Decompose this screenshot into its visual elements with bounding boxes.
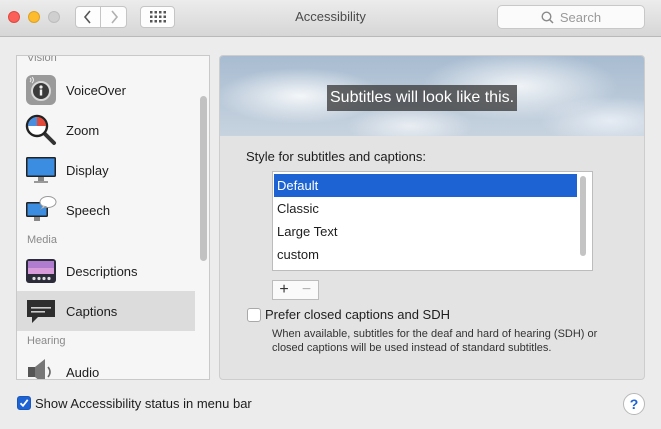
sidebar-item-label: Audio bbox=[66, 364, 100, 380]
sidebar-scrollbar[interactable] bbox=[200, 96, 207, 261]
status-menu-checkbox[interactable] bbox=[17, 396, 31, 410]
style-label: Style for subtitles and captions: bbox=[246, 149, 426, 164]
title-bar: Accessibility Search bbox=[0, 0, 661, 37]
grid-icon bbox=[149, 11, 166, 23]
voiceover-icon bbox=[26, 75, 56, 105]
sidebar-item-label: Display bbox=[66, 162, 109, 178]
sidebar-item-label: Zoom bbox=[66, 122, 100, 138]
chevron-right-icon bbox=[110, 10, 118, 24]
sdh-label: Prefer closed captions and SDH bbox=[265, 307, 450, 322]
sdh-checkbox[interactable] bbox=[247, 308, 261, 322]
forward-button[interactable] bbox=[101, 6, 127, 28]
back-button[interactable] bbox=[75, 6, 101, 28]
sidebar-item-display[interactable]: Display bbox=[17, 150, 195, 190]
sidebar-item-label: Speech bbox=[66, 202, 111, 218]
subtitle-sample-text: Subtitles will look like this. bbox=[327, 85, 518, 111]
sidebar-item-label: VoiceOver bbox=[66, 82, 126, 98]
sidebar-item-voiceover[interactable]: VoiceOver bbox=[17, 70, 195, 110]
show-all-button[interactable] bbox=[140, 6, 175, 28]
style-option-classic[interactable]: Classic bbox=[274, 197, 577, 220]
sidebar-item-zoom[interactable]: Zoom bbox=[17, 110, 195, 150]
remove-style-button[interactable]: − bbox=[295, 280, 319, 300]
list-scrollbar[interactable] bbox=[580, 176, 586, 256]
sidebar-item-descriptions[interactable]: Descriptions bbox=[17, 251, 195, 291]
chevron-left-icon bbox=[83, 10, 91, 24]
sidebar-item-label: Descriptions bbox=[66, 263, 138, 279]
sidebar[interactable]: Vision VoiceOver Zoom Display Speech Med… bbox=[16, 55, 210, 380]
minimize-button[interactable] bbox=[28, 11, 40, 23]
add-style-button[interactable]: + bbox=[272, 280, 296, 300]
zoom-window-button[interactable] bbox=[48, 11, 60, 23]
speech-icon bbox=[26, 196, 57, 221]
search-icon bbox=[541, 10, 554, 24]
section-header-vision: Vision bbox=[27, 55, 57, 64]
checkmark-icon bbox=[19, 399, 29, 408]
style-option-large-text[interactable]: Large Text bbox=[274, 220, 577, 243]
help-button[interactable]: ? bbox=[623, 393, 645, 415]
sidebar-item-audio[interactable]: Audio bbox=[17, 352, 195, 380]
section-header-media: Media bbox=[27, 234, 57, 246]
zoom-icon bbox=[25, 114, 56, 145]
audio-icon bbox=[28, 359, 51, 379]
status-menu-label: Show Accessibility status in menu bar bbox=[35, 396, 252, 411]
search-field[interactable]: Search bbox=[497, 5, 645, 29]
sidebar-item-speech[interactable]: Speech bbox=[17, 190, 195, 230]
search-placeholder: Search bbox=[559, 9, 602, 25]
display-icon bbox=[26, 157, 56, 183]
style-option-custom[interactable]: custom bbox=[274, 243, 577, 266]
subtitle-preview: Subtitles will look like this. bbox=[220, 56, 644, 136]
caption-style-list[interactable]: Default Classic Large Text custom bbox=[272, 171, 593, 271]
captions-icon bbox=[27, 300, 55, 323]
section-header-hearing: Hearing bbox=[27, 335, 66, 347]
style-option-default[interactable]: Default bbox=[274, 174, 577, 197]
descriptions-icon bbox=[26, 259, 56, 283]
captions-panel: Subtitles will look like this. Style for… bbox=[219, 55, 645, 380]
sidebar-item-captions[interactable]: Captions bbox=[17, 291, 195, 331]
sdh-description: When available, subtitles for the deaf a… bbox=[272, 328, 598, 354]
sidebar-item-label: Captions bbox=[66, 303, 118, 319]
close-button[interactable] bbox=[8, 11, 20, 23]
